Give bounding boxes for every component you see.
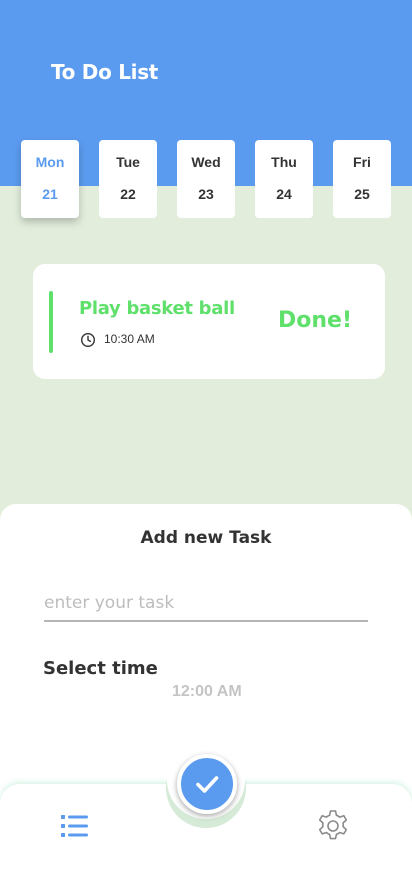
day-number: 23	[198, 186, 214, 202]
clock-icon	[80, 332, 96, 348]
time-picker-value[interactable]: 12:00 AM	[172, 683, 242, 701]
check-icon	[196, 776, 219, 793]
day-card-tue[interactable]: Tue 22	[99, 140, 157, 218]
day-name: Mon	[35, 154, 65, 170]
task-title: Play basket ball	[79, 298, 235, 319]
day-name: Wed	[191, 154, 221, 170]
day-name: Tue	[116, 154, 140, 170]
task-status: Done!	[278, 308, 352, 333]
day-card-mon[interactable]: Mon 21	[21, 140, 79, 218]
day-number: 25	[354, 186, 370, 202]
day-card-wed[interactable]: Wed 23	[177, 140, 235, 218]
day-name: Thu	[271, 154, 297, 170]
task-card[interactable]: Play basket ball 10:30 AM Done!	[33, 264, 385, 379]
day-name: Fri	[353, 154, 371, 170]
task-input[interactable]	[44, 590, 368, 622]
day-number: 24	[276, 186, 292, 202]
gear-icon[interactable]	[315, 808, 351, 844]
day-number: 21	[42, 186, 58, 202]
task-status-bar	[49, 291, 53, 353]
day-card-thu[interactable]: Thu 24	[255, 140, 313, 218]
day-number: 22	[120, 186, 136, 202]
select-time-label: Select time	[43, 658, 158, 679]
app-title: To Do List	[51, 60, 159, 84]
task-time: 10:30 AM	[104, 332, 155, 346]
panel-title: Add new Task	[140, 528, 272, 548]
day-card-fri[interactable]: Fri 25	[333, 140, 391, 218]
list-icon[interactable]	[60, 812, 90, 840]
add-task-button[interactable]	[177, 754, 237, 814]
